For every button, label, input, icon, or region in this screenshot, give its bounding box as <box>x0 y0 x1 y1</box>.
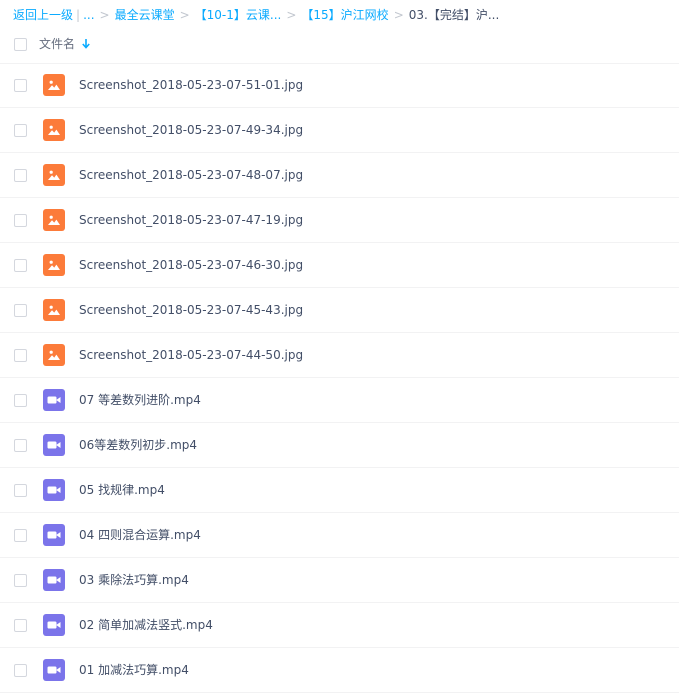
row-checkbox[interactable] <box>14 169 27 182</box>
image-file-icon <box>43 164 65 186</box>
file-row[interactable]: 05 找规律.mp4 <box>0 468 679 513</box>
breadcrumb-item[interactable]: 【10-1】云课... <box>195 8 282 22</box>
file-name[interactable]: Screenshot_2018-05-23-07-46-30.jpg <box>79 256 303 274</box>
row-checkbox[interactable] <box>14 214 27 227</box>
row-checkbox[interactable] <box>14 259 27 272</box>
back-link[interactable]: 返回上一级 <box>13 8 73 22</box>
row-checkbox[interactable] <box>14 124 27 137</box>
image-file-icon <box>43 344 65 366</box>
file-name[interactable]: 01 加减法巧算.mp4 <box>79 661 189 679</box>
chevron-right-icon: > <box>286 8 297 22</box>
video-file-icon <box>43 434 65 456</box>
chevron-right-icon: > <box>99 8 110 22</box>
file-row[interactable]: Screenshot_2018-05-23-07-51-01.jpg <box>0 63 679 108</box>
row-checkbox[interactable] <box>14 484 27 497</box>
file-row[interactable]: 03 乘除法巧算.mp4 <box>0 558 679 603</box>
sort-down-arrow-icon[interactable] <box>81 37 91 51</box>
image-file-icon <box>43 209 65 231</box>
file-list-header: 文件名 <box>0 26 679 64</box>
select-all-checkbox[interactable] <box>14 38 27 51</box>
column-header-filename[interactable]: 文件名 <box>39 35 75 53</box>
row-checkbox[interactable] <box>14 529 27 542</box>
file-name[interactable]: Screenshot_2018-05-23-07-51-01.jpg <box>79 76 303 94</box>
image-file-icon <box>43 119 65 141</box>
breadcrumb-item[interactable]: 【15】沪江网校 <box>301 8 388 22</box>
breadcrumb-item[interactable]: 最全云课堂 <box>115 8 175 22</box>
row-checkbox[interactable] <box>14 79 27 92</box>
chevron-right-icon: > <box>179 8 190 22</box>
file-name[interactable]: Screenshot_2018-05-23-07-48-07.jpg <box>79 166 303 184</box>
file-row[interactable]: 06等差数列初步.mp4 <box>0 423 679 468</box>
file-name[interactable]: 06等差数列初步.mp4 <box>79 436 197 454</box>
chevron-right-icon: > <box>393 8 404 22</box>
row-checkbox[interactable] <box>14 439 27 452</box>
file-name[interactable]: Screenshot_2018-05-23-07-47-19.jpg <box>79 211 303 229</box>
file-row[interactable]: Screenshot_2018-05-23-07-48-07.jpg <box>0 153 679 198</box>
file-name[interactable]: 02 简单加减法竖式.mp4 <box>79 616 213 634</box>
file-name[interactable]: Screenshot_2018-05-23-07-45-43.jpg <box>79 301 303 319</box>
file-row[interactable]: Screenshot_2018-05-23-07-47-19.jpg <box>0 198 679 243</box>
file-name[interactable]: 07 等差数列进阶.mp4 <box>79 391 201 409</box>
video-file-icon <box>43 569 65 591</box>
breadcrumb-ellipsis[interactable]: ... <box>83 8 94 22</box>
video-file-icon <box>43 524 65 546</box>
file-list: Screenshot_2018-05-23-07-51-01.jpg Screen… <box>0 63 679 693</box>
row-checkbox[interactable] <box>14 664 27 677</box>
video-file-icon <box>43 614 65 636</box>
breadcrumb-current: 03.【完结】沪... <box>408 8 500 22</box>
file-row[interactable]: Screenshot_2018-05-23-07-45-43.jpg <box>0 288 679 333</box>
image-file-icon <box>43 74 65 96</box>
video-file-icon <box>43 479 65 501</box>
row-checkbox[interactable] <box>14 619 27 632</box>
row-checkbox[interactable] <box>14 394 27 407</box>
file-row[interactable]: Screenshot_2018-05-23-07-46-30.jpg <box>0 243 679 288</box>
video-file-icon <box>43 389 65 411</box>
image-file-icon <box>43 254 65 276</box>
video-file-icon <box>43 659 65 681</box>
row-checkbox[interactable] <box>14 574 27 587</box>
file-name[interactable]: Screenshot_2018-05-23-07-44-50.jpg <box>79 346 303 364</box>
breadcrumb: 返回上一级 |... > 最全云课堂 > 【10-1】云课... > 【15】沪江网校 >03.… <box>13 6 499 24</box>
file-name[interactable]: 03 乘除法巧算.mp4 <box>79 571 189 589</box>
breadcrumb-divider: | <box>76 8 81 22</box>
row-checkbox[interactable] <box>14 304 27 317</box>
file-name[interactable]: 04 四则混合运算.mp4 <box>79 526 201 544</box>
image-file-icon <box>43 299 65 321</box>
file-row[interactable]: Screenshot_2018-05-23-07-44-50.jpg <box>0 333 679 378</box>
row-checkbox[interactable] <box>14 349 27 362</box>
file-row[interactable]: 01 加减法巧算.mp4 <box>0 648 679 693</box>
file-name[interactable]: Screenshot_2018-05-23-07-49-34.jpg <box>79 121 303 139</box>
file-row[interactable]: Screenshot_2018-05-23-07-49-34.jpg <box>0 108 679 153</box>
file-row[interactable]: 02 简单加减法竖式.mp4 <box>0 603 679 648</box>
file-name[interactable]: 05 找规律.mp4 <box>79 481 165 499</box>
file-row[interactable]: 04 四则混合运算.mp4 <box>0 513 679 558</box>
file-row[interactable]: 07 等差数列进阶.mp4 <box>0 378 679 423</box>
